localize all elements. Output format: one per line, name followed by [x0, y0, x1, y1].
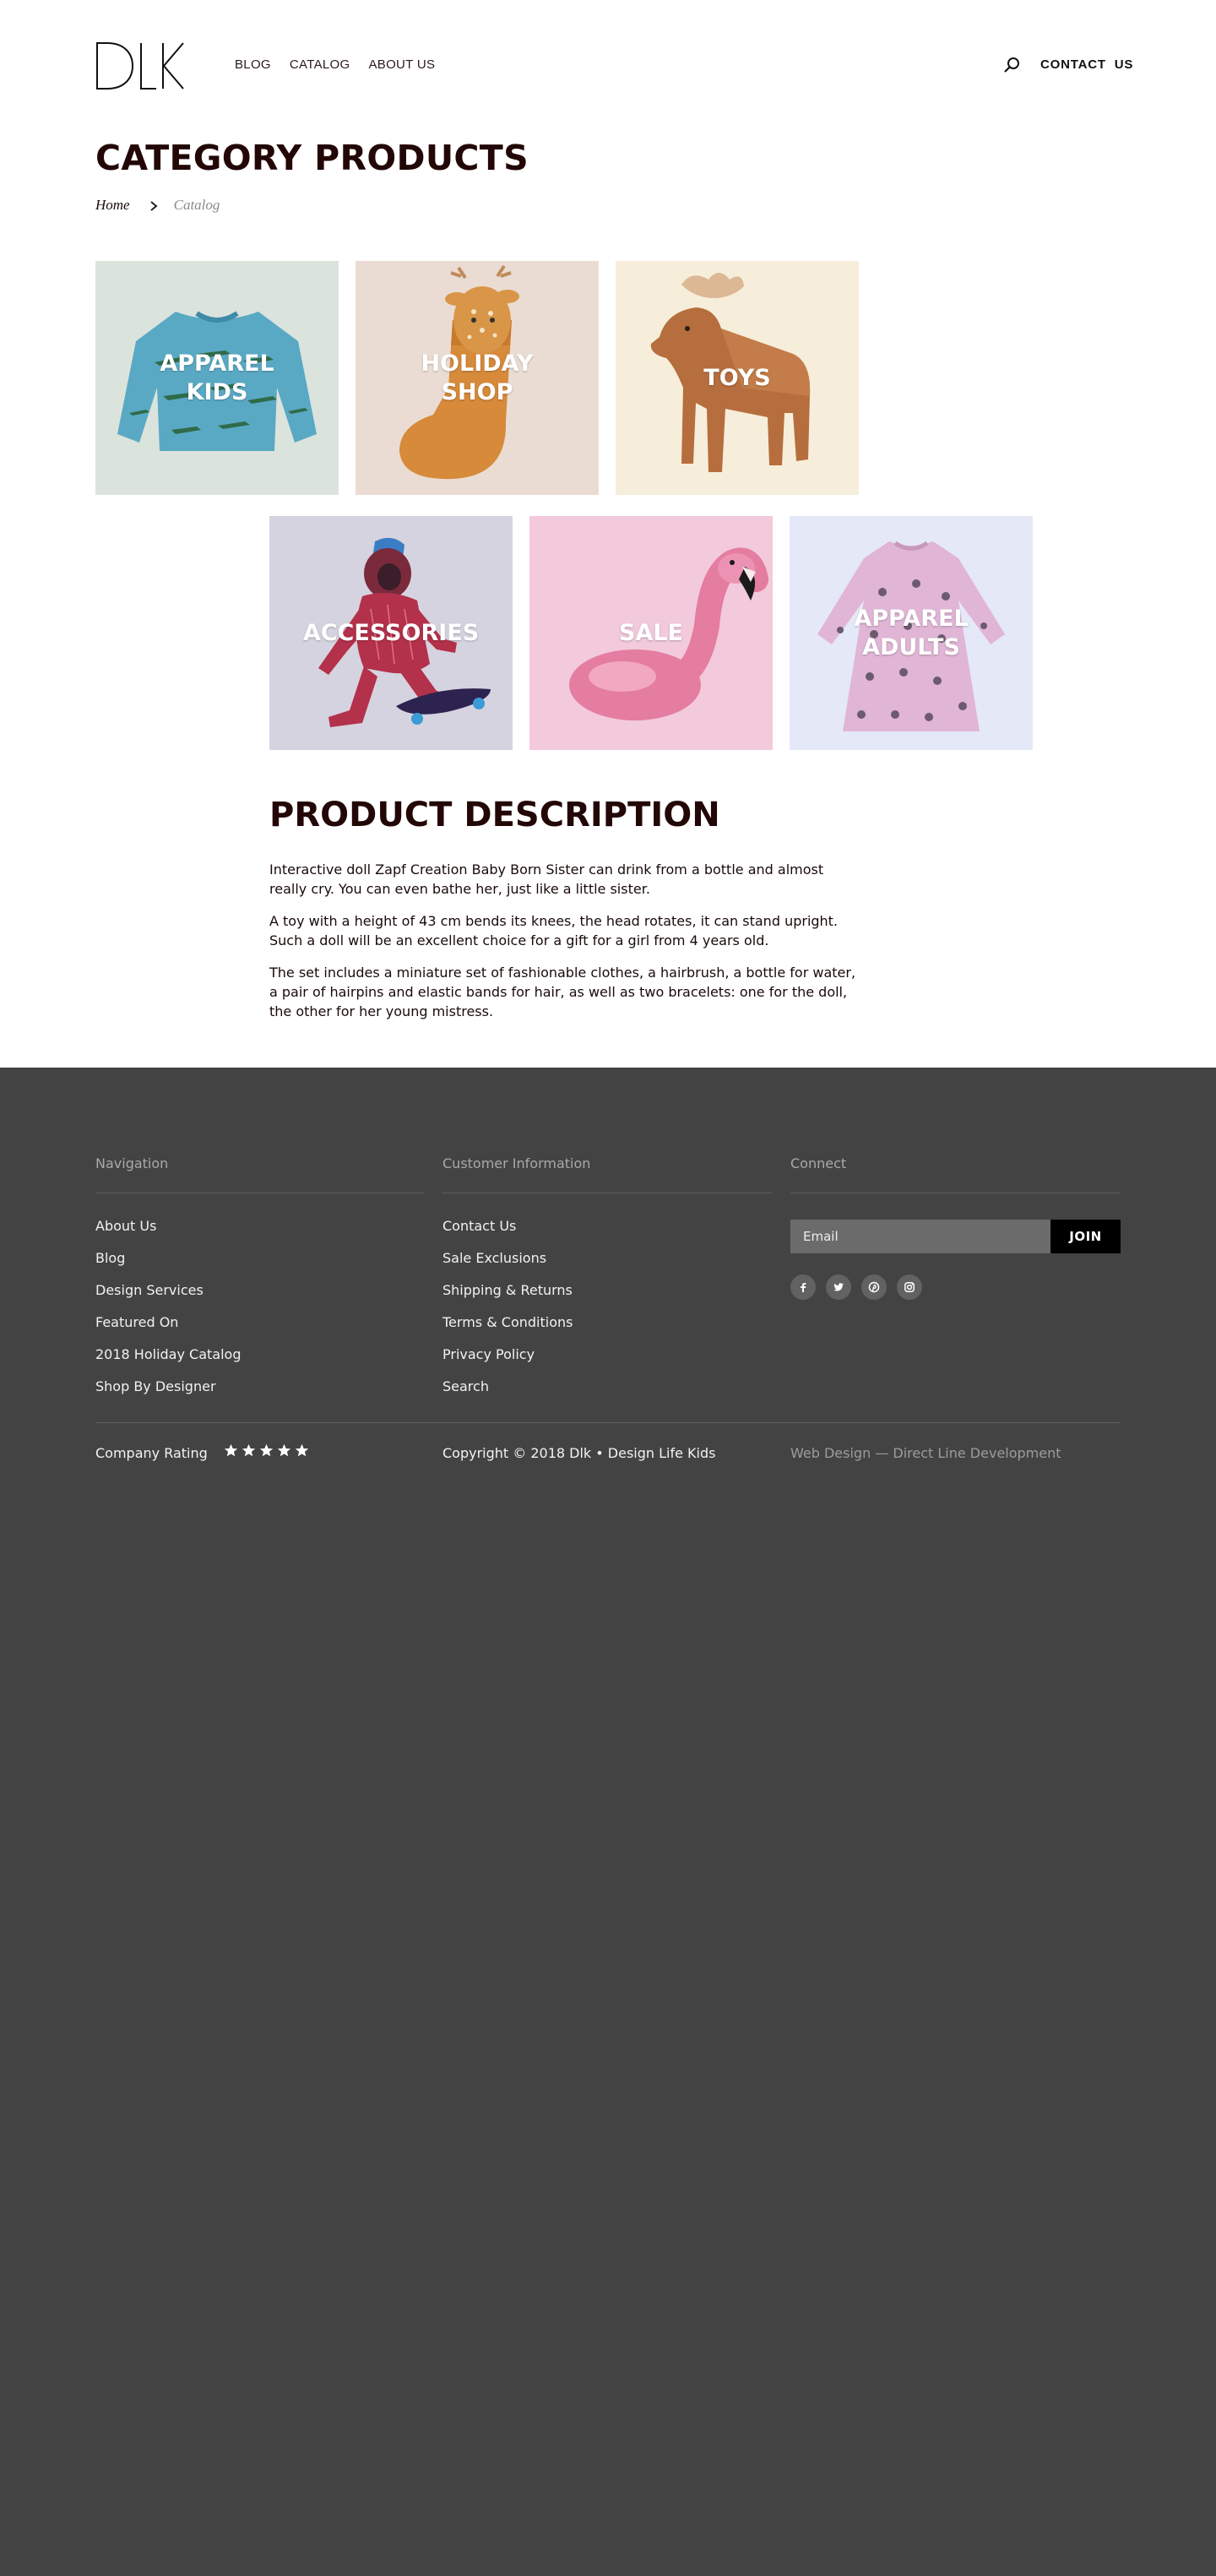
footer-link-terms[interactable]: Terms & Conditions: [442, 1314, 772, 1346]
breadcrumb-current: Catalog: [173, 197, 220, 213]
footer-link-shipping-returns[interactable]: Shipping & Returns: [442, 1282, 772, 1314]
category-label: TOYS: [703, 364, 771, 391]
category-label: SALE: [619, 619, 683, 646]
footer-connect: Connect JOIN: [790, 1155, 1121, 1300]
category-tile-toys[interactable]: TOYS: [616, 261, 859, 495]
web-design-credit[interactable]: Web Design — Direct Line Development: [790, 1445, 1061, 1461]
footer-link-blog[interactable]: Blog: [95, 1250, 425, 1282]
nav-blog[interactable]: BLOG: [235, 57, 271, 72]
star-icon: [259, 1443, 274, 1457]
footer-connect-title: Connect: [790, 1155, 847, 1171]
category-tile-holiday-shop[interactable]: HOLIDAY SHOP: [356, 261, 599, 495]
footer-customer-info-title: Customer Information: [442, 1155, 591, 1171]
category-label: ACCESSORIES: [302, 619, 480, 646]
logo-mark: [96, 42, 184, 90]
footer-link-holiday-catalog[interactable]: 2018 Holiday Catalog: [95, 1346, 425, 1378]
description-title: PRODUCT DESCRIPTION: [269, 796, 720, 834]
page-title: CATEGORY PRODUCTS: [95, 138, 529, 178]
category-tile-sale[interactable]: SALE: [529, 516, 773, 750]
description-body: Interactive doll Zapf Creation Baby Born…: [269, 860, 860, 1034]
description-paragraph: A toy with a height of 43 cm bends its k…: [269, 913, 839, 948]
star-icon: [242, 1443, 256, 1457]
category-tile-apparel-kids[interactable]: APPAREL KIDS: [95, 261, 339, 495]
star-icon: [224, 1443, 238, 1457]
contact-us-link[interactable]: CONTACT US: [1040, 57, 1133, 72]
logo[interactable]: [95, 41, 185, 91]
category-label: APPAREL ADULTS: [854, 605, 969, 660]
footer-link-contact-us[interactable]: Contact Us: [442, 1218, 772, 1250]
nav-catalog[interactable]: CATALOG: [290, 57, 350, 72]
star-icon: [295, 1443, 309, 1457]
site-footer: Navigation About Us Blog Design Services…: [0, 1068, 1216, 2576]
email-field[interactable]: [790, 1220, 1050, 1253]
search-icon[interactable]: [1003, 56, 1022, 74]
company-rating-label: Company Rating: [95, 1445, 208, 1461]
footer-navigation: Navigation About Us Blog Design Services…: [95, 1155, 425, 1410]
footer-link-privacy-policy[interactable]: Privacy Policy: [442, 1346, 772, 1378]
category-label: HOLIDAY SHOP: [421, 350, 534, 405]
pinterest-icon[interactable]: [861, 1274, 887, 1300]
footer-link-design-services[interactable]: Design Services: [95, 1282, 425, 1314]
footer-link-about-us[interactable]: About Us: [95, 1218, 425, 1250]
footer-link-sale-exclusions[interactable]: Sale Exclusions: [442, 1250, 772, 1282]
footer-navigation-title: Navigation: [95, 1155, 169, 1171]
main-nav: BLOG CATALOG ABOUT US: [235, 57, 435, 72]
footer-customer-info: Customer Information Contact Us Sale Exc…: [442, 1155, 772, 1410]
newsletter-form: JOIN: [790, 1220, 1121, 1253]
breadcrumb-home[interactable]: Home: [95, 197, 130, 214]
divider: [95, 1422, 1121, 1423]
rating-stars: [224, 1443, 309, 1458]
social-links: [790, 1274, 922, 1300]
description-paragraph: The set includes a miniature set of fash…: [269, 965, 856, 1019]
breadcrumb: Home Catalog: [95, 197, 220, 214]
star-icon: [277, 1443, 291, 1457]
category-tile-accessories[interactable]: ACCESSORIES: [269, 516, 513, 750]
footer-link-search[interactable]: Search: [442, 1378, 772, 1410]
facebook-icon[interactable]: [790, 1274, 816, 1300]
nav-about-us[interactable]: ABOUT US: [368, 57, 435, 72]
join-button[interactable]: JOIN: [1050, 1220, 1121, 1253]
chevron-right-icon: [149, 199, 159, 211]
twitter-icon[interactable]: [826, 1274, 851, 1300]
copyright-text: Copyright © 2018 Dlk • Design Life Kids: [442, 1445, 716, 1461]
category-label: APPAREL KIDS: [160, 350, 274, 405]
description-paragraph: Interactive doll Zapf Creation Baby Born…: [269, 861, 824, 897]
category-tile-apparel-adults[interactable]: APPAREL ADULTS: [790, 516, 1033, 750]
footer-link-shop-by-designer[interactable]: Shop By Designer: [95, 1378, 425, 1410]
instagram-icon[interactable]: [897, 1274, 922, 1300]
site-header: BLOG CATALOG ABOUT US CONTACT US: [0, 0, 1216, 132]
footer-link-featured-on[interactable]: Featured On: [95, 1314, 425, 1346]
